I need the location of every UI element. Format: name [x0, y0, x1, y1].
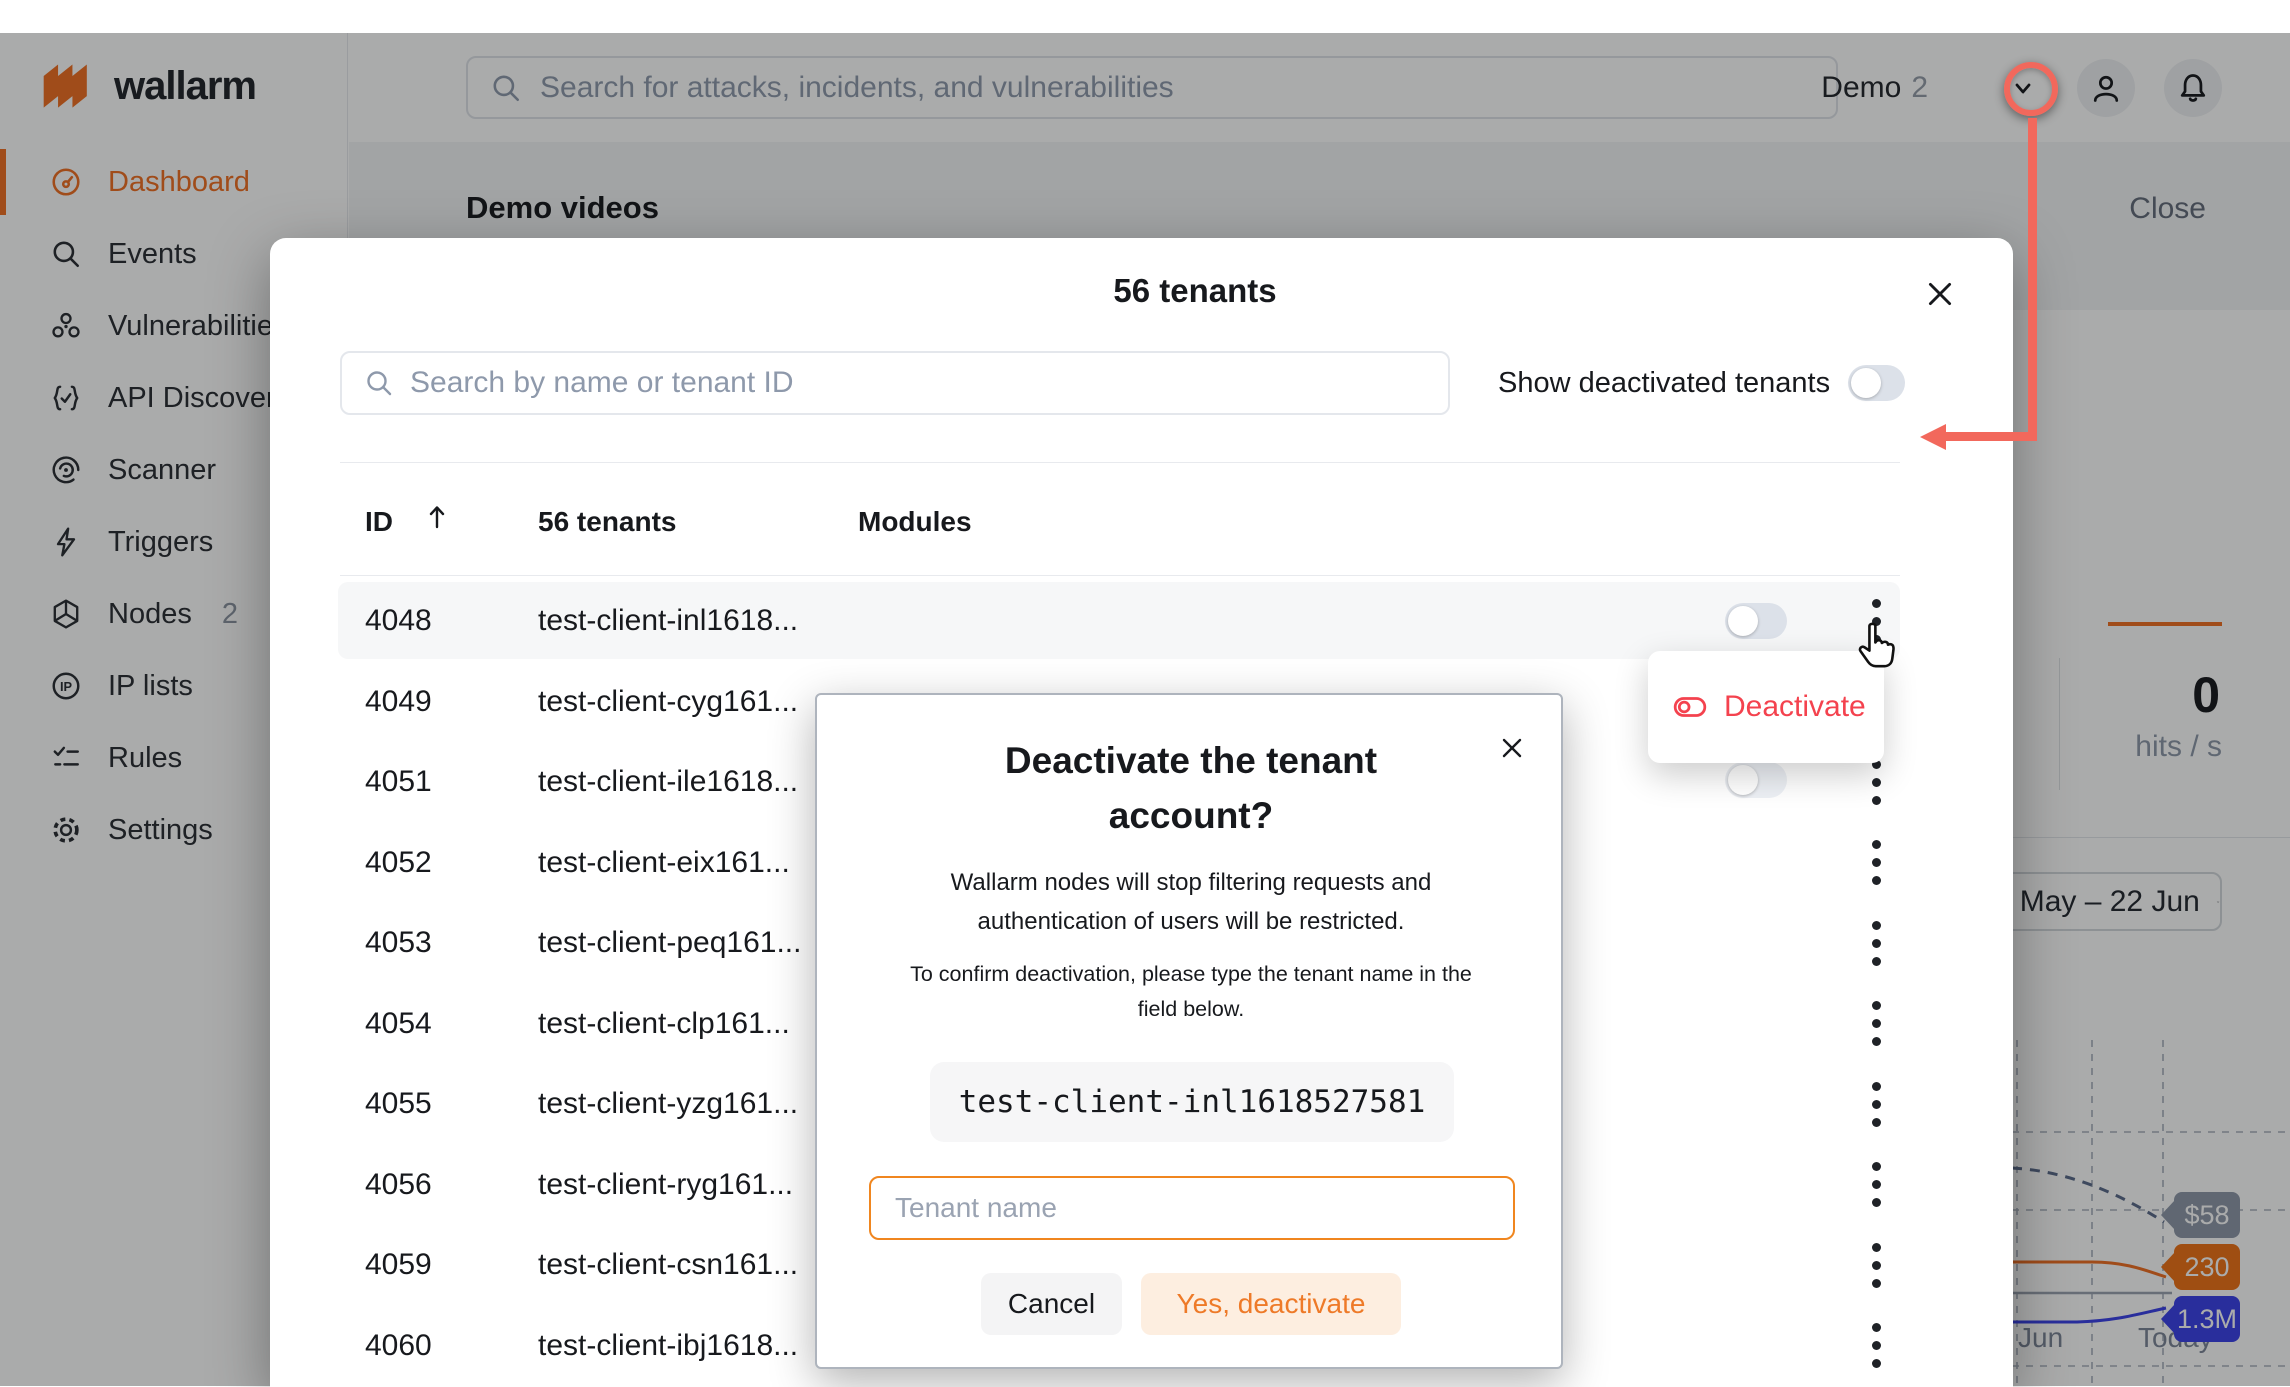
tenant-id: 4053 [365, 926, 432, 960]
tenant-id: 4051 [365, 765, 432, 799]
row-actions-menu: Deactivate [1648, 651, 1884, 763]
tenant-name: test-client-clp161... [538, 1007, 790, 1041]
tenants-table-header: ID 56 tenants Modules [270, 506, 2013, 558]
close-icon [1497, 733, 1527, 763]
row-actions-menu-button[interactable] [1854, 1242, 1898, 1288]
tenants-modal-close-button[interactable] [1922, 276, 1958, 312]
mouse-cursor-pointer [1852, 622, 1898, 674]
row-actions-menu-button[interactable] [1854, 920, 1898, 966]
divider [340, 462, 1900, 463]
tenant-name: test-client-yzg161... [538, 1087, 798, 1121]
tenant-name-placeholder: Tenant name [895, 1192, 1057, 1224]
tenant-name-input[interactable]: Tenant name [869, 1176, 1515, 1240]
tenant-name: test-client-ryg161... [538, 1168, 793, 1202]
tenant-id: 4049 [365, 685, 432, 719]
annotation-circle-highlight [2004, 62, 2058, 116]
tenant-active-toggle[interactable] [1725, 762, 1787, 798]
column-header-name[interactable]: 56 tenants [538, 506, 677, 538]
annotation-arrow-line-vertical [2028, 118, 2037, 432]
cancel-button[interactable]: Cancel [981, 1273, 1122, 1335]
confirm-modal-close-button[interactable] [1497, 733, 1527, 763]
column-header-modules[interactable]: Modules [858, 506, 972, 538]
annotation-arrowhead-left [1920, 424, 1946, 450]
tenant-search-placeholder: Search by name or tenant ID [410, 366, 794, 400]
tenant-search-input[interactable]: Search by name or tenant ID [340, 351, 1450, 415]
tenant-name: test-client-csn161... [538, 1248, 798, 1282]
annotation-arrow-line-horizontal [1944, 432, 2037, 441]
deactivate-menu-item[interactable]: Deactivate [1672, 689, 1866, 725]
tenant-id: 4059 [365, 1248, 432, 1282]
tenant-name: test-client-ibj1618... [538, 1329, 798, 1363]
show-deactivated-label: Show deactivated tenants [1498, 367, 1830, 400]
row-actions-menu-button[interactable] [1854, 840, 1898, 886]
row-actions-menu-button[interactable] [1854, 759, 1898, 805]
row-actions-menu-button[interactable] [1854, 1323, 1898, 1369]
tenants-modal-title: 56 tenants [270, 272, 2120, 310]
toggle-knob [1851, 368, 1881, 398]
tenant-name: test-client-peq161... [538, 926, 801, 960]
tenant-name: test-client-inl1618... [538, 604, 798, 638]
tenant-name: test-client-eix161... [538, 846, 790, 880]
divider [340, 575, 1900, 576]
tenant-code-chip: test-client-inl1618527581 [930, 1062, 1454, 1142]
deactivate-menu-label: Deactivate [1724, 690, 1866, 724]
tenant-id: 4055 [365, 1087, 432, 1121]
close-icon [1922, 276, 1958, 312]
sort-ascending-icon[interactable] [422, 502, 452, 532]
tenant-id: 4048 [365, 604, 432, 638]
table-row[interactable]: 4048 test-client-inl1618... [270, 580, 2013, 661]
confirm-modal-hint: To confirm deactivation, please type the… [891, 957, 1491, 1027]
tenant-id: 4052 [365, 846, 432, 880]
deactivate-confirm-modal: Deactivate the tenant account? Wallarm n… [815, 693, 1563, 1369]
tenant-id: 4060 [365, 1329, 432, 1363]
row-actions-menu-button[interactable] [1854, 1001, 1898, 1047]
yes-deactivate-button[interactable]: Yes, deactivate [1141, 1273, 1401, 1335]
tenant-active-toggle[interactable] [1725, 603, 1787, 639]
deactivate-toggle-icon [1672, 689, 1708, 725]
show-deactivated-toggle[interactable] [1848, 365, 1905, 401]
row-actions-menu-button[interactable] [1854, 1162, 1898, 1208]
tenant-name: test-client-cyg161... [538, 685, 798, 719]
tenant-id: 4056 [365, 1168, 432, 1202]
toggle-knob [1728, 606, 1758, 636]
search-icon [364, 368, 394, 398]
row-actions-menu-button[interactable] [1854, 1081, 1898, 1127]
confirm-modal-body: Wallarm nodes will stop filtering reques… [901, 863, 1481, 941]
column-header-id[interactable]: ID [365, 506, 393, 538]
toggle-knob [1728, 765, 1758, 795]
confirm-modal-title: Deactivate the tenant account? [921, 733, 1461, 843]
tenant-id: 4054 [365, 1007, 432, 1041]
tenant-name: test-client-ile1618... [538, 765, 798, 799]
